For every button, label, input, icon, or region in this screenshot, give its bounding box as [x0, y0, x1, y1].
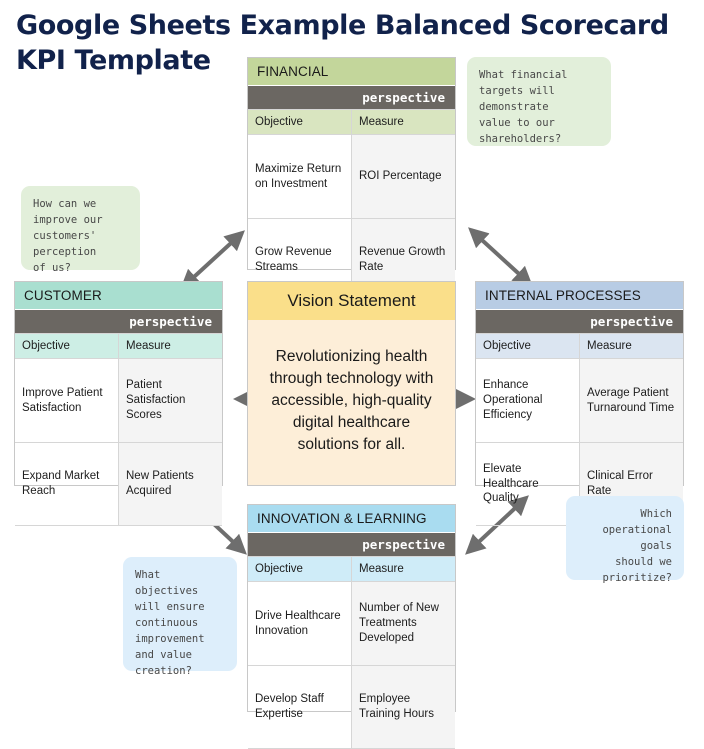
table-header-row: Objective Measure — [476, 333, 683, 359]
column-header-objective: Objective — [15, 333, 119, 359]
vision-statement-body: Revolutionizing health through technolog… — [269, 348, 434, 453]
measure-cell: Employee Training Hours — [351, 665, 455, 749]
table-innovation-learning: Objective Measure Drive Healthcare Innov… — [248, 556, 455, 749]
table-header-row: Objective Measure — [248, 109, 455, 135]
card-title-internal-processes: INTERNAL PROCESSES — [476, 282, 683, 310]
perspective-card-innovation-learning[interactable]: INNOVATION & LEARNING perspective Object… — [247, 504, 456, 749]
table-header-row: Objective Measure — [248, 556, 455, 582]
objective-cell: Develop Staff Expertise — [248, 665, 352, 749]
objective-cell: Maximize Return on Investment — [248, 134, 352, 219]
table-row: Develop Staff Expertise Employee Trainin… — [248, 665, 455, 749]
note-internal-question: Which operational goals should we priori… — [566, 496, 684, 584]
column-header-objective: Objective — [248, 556, 352, 582]
card-title-innovation-learning: INNOVATION & LEARNING — [248, 505, 455, 533]
card-perspective-label-financial: perspective — [248, 86, 455, 109]
column-header-measure: Measure — [579, 333, 683, 359]
objective-cell: Drive Healthcare Innovation — [248, 581, 352, 666]
column-header-objective: Objective — [476, 333, 580, 359]
note-customer-question: How can we improve our customers' percep… — [21, 186, 140, 274]
measure-cell: Average Patient Turnaround Time — [579, 358, 683, 443]
table-row: Improve Patient Satisfaction Patient Sat… — [15, 358, 222, 443]
table-row: Drive Healthcare Innovation Number of Ne… — [248, 581, 455, 666]
column-header-measure: Measure — [118, 333, 222, 359]
column-header-objective: Objective — [248, 109, 352, 135]
card-title-customer: CUSTOMER — [15, 282, 222, 310]
table-financial: Objective Measure Maximize Return on Inv… — [248, 109, 455, 302]
measure-cell: ROI Percentage — [351, 134, 455, 219]
column-header-measure: Measure — [351, 556, 455, 582]
objective-cell: Improve Patient Satisfaction — [15, 358, 119, 443]
perspective-card-customer[interactable]: CUSTOMER perspective Objective Measure I… — [14, 281, 223, 526]
perspective-card-financial[interactable]: FINANCIAL perspective Objective Measure … — [247, 57, 456, 302]
measure-cell: Patient Satisfaction Scores — [118, 358, 222, 443]
card-perspective-label-customer: perspective — [15, 310, 222, 333]
note-financial-question: What financial targets will demonstrate … — [467, 57, 611, 146]
table-row: Maximize Return on Investment ROI Percen… — [248, 134, 455, 219]
column-header-measure: Measure — [351, 109, 455, 135]
vision-statement-card[interactable]: Vision Statement Revolutionizing health … — [247, 281, 456, 486]
objective-cell: Enhance Operational Efficiency — [476, 358, 580, 443]
measure-cell: Number of New Treatments Developed — [351, 581, 455, 666]
card-perspective-label-innovation: perspective — [248, 533, 455, 556]
card-title-financial: FINANCIAL — [248, 58, 455, 86]
table-row: Enhance Operational Efficiency Average P… — [476, 358, 683, 443]
objective-cell: Expand Market Reach — [15, 442, 119, 526]
table-row: Expand Market Reach New Patients Acquire… — [15, 442, 222, 526]
card-perspective-label-internal: perspective — [476, 310, 683, 333]
measure-cell: New Patients Acquired — [118, 442, 222, 526]
table-header-row: Objective Measure — [15, 333, 222, 359]
note-innovation-question: What objectives will ensure continuous i… — [123, 557, 237, 677]
table-customer: Objective Measure Improve Patient Satisf… — [15, 333, 222, 526]
objective-cell: Elevate Healthcare Quality — [476, 442, 580, 526]
perspective-card-internal-processes[interactable]: INTERNAL PROCESSES perspective Objective… — [475, 281, 684, 526]
vision-statement-heading: Vision Statement — [248, 282, 455, 320]
